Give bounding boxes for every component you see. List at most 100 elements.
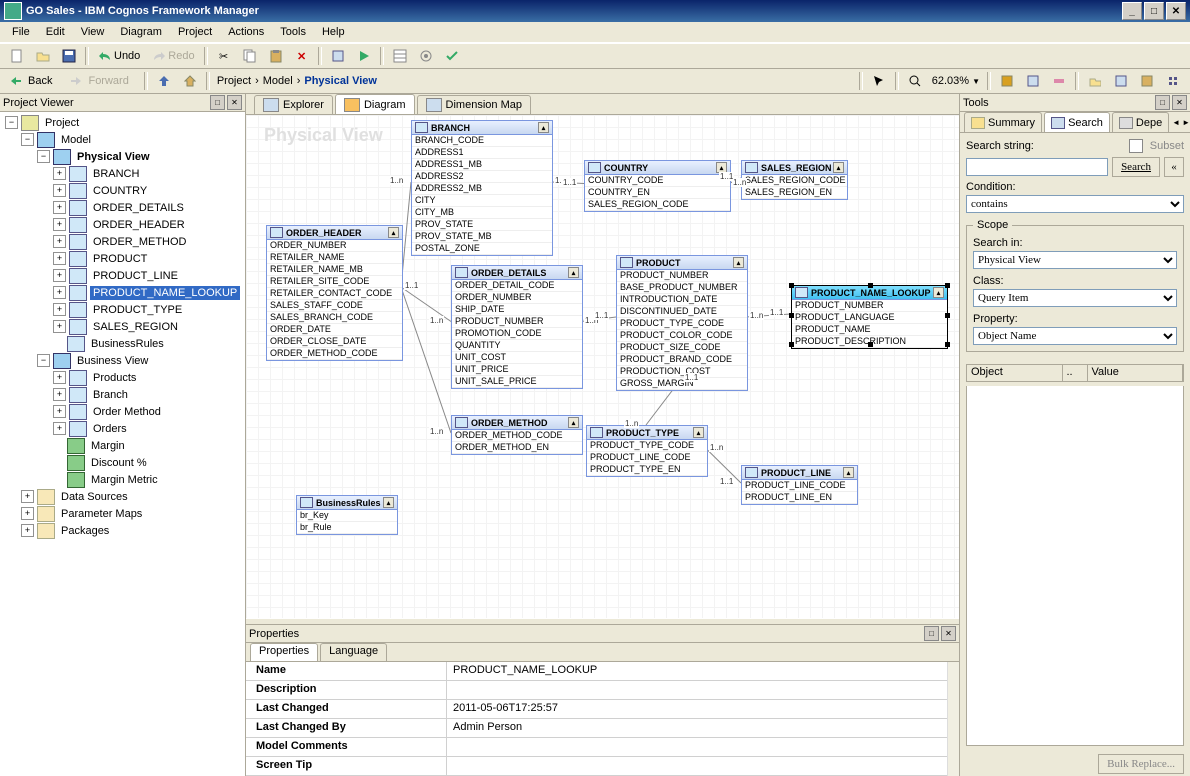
tab-language[interactable]: Language <box>320 643 387 661</box>
tree-row[interactable]: +SALES_REGION <box>0 318 245 335</box>
property-row[interactable]: Description <box>246 681 959 700</box>
delete-icon[interactable]: ✕ <box>290 45 314 67</box>
tab-summary[interactable]: Summary <box>964 112 1042 132</box>
dock-icon[interactable]: □ <box>924 626 939 641</box>
expander-icon[interactable] <box>53 474 64 485</box>
expander-icon[interactable]: + <box>53 252 66 265</box>
tool-icon[interactable] <box>1021 70 1045 92</box>
expander-icon[interactable]: + <box>53 303 66 316</box>
entity-product_name_lookup[interactable]: PRODUCT_NAME_LOOKUP▴PRODUCT_NUMBERPRODUC… <box>791 285 948 349</box>
tree-row[interactable]: Discount % <box>0 454 245 471</box>
tree-label[interactable]: Branch <box>90 388 131 402</box>
undo-button[interactable]: Undo <box>93 45 145 67</box>
tree-row[interactable]: + PRODUCT <box>0 250 245 267</box>
tree-label[interactable]: BusinessRules <box>88 337 167 351</box>
expander-icon[interactable]: + <box>53 218 66 231</box>
tree-label[interactable]: Physical View <box>74 150 153 164</box>
tree-row[interactable]: BusinessRules <box>0 335 245 352</box>
tree-row[interactable]: +Orders <box>0 420 245 437</box>
entity-order_method[interactable]: ORDER_METHOD▴ORDER_METHOD_CODEORDER_METH… <box>451 415 583 455</box>
project-tree[interactable]: −Project−Model−Physical View+BRANCH+COUN… <box>0 112 245 776</box>
tree-label[interactable]: SALES_REGION <box>90 320 181 334</box>
tree-row[interactable]: +BRANCH <box>0 165 245 182</box>
tool-icon[interactable] <box>1135 70 1159 92</box>
expander-icon[interactable]: + <box>53 201 66 214</box>
tree-label[interactable]: PRODUCT <box>90 252 150 266</box>
tree-row[interactable]: Margin <box>0 437 245 454</box>
entity-branch[interactable]: BRANCH▴BRANCH_CODEADDRESS1ADDRESS1_MBADD… <box>411 120 553 256</box>
tree-label[interactable]: Margin <box>88 439 128 453</box>
menu-view[interactable]: View <box>73 24 113 40</box>
expander-icon[interactable]: + <box>53 269 66 282</box>
tree-label[interactable]: Discount % <box>88 456 150 470</box>
tools-icon[interactable] <box>414 45 438 67</box>
menu-tools[interactable]: Tools <box>272 24 314 40</box>
tab-properties[interactable]: Properties <box>250 643 318 661</box>
expander-icon[interactable] <box>53 457 64 468</box>
expander-icon[interactable]: + <box>53 167 66 180</box>
tree-row[interactable]: Margin Metric <box>0 471 245 488</box>
tree-label[interactable]: COUNTRY <box>90 184 150 198</box>
tool-icon[interactable] <box>1161 70 1185 92</box>
test-icon[interactable] <box>326 45 350 67</box>
collapse-button[interactable]: « <box>1164 157 1184 177</box>
expander-icon[interactable]: − <box>37 354 50 367</box>
tree-label[interactable]: Orders <box>90 422 130 436</box>
maximize-button[interactable]: □ <box>1144 2 1164 20</box>
menu-project[interactable]: Project <box>170 24 220 40</box>
tool-icon[interactable] <box>1109 70 1133 92</box>
menu-help[interactable]: Help <box>314 24 353 40</box>
expander-icon[interactable]: + <box>53 371 66 384</box>
tree-label[interactable]: PRODUCT_LINE <box>90 269 181 283</box>
property-row[interactable]: Last Changed2011-05-06T17:25:57 <box>246 700 959 719</box>
tree-label[interactable]: ORDER_DETAILS <box>90 201 187 215</box>
tool-icon[interactable] <box>1047 70 1071 92</box>
property-row[interactable]: Model Comments <box>246 738 959 757</box>
tree-row[interactable]: + PRODUCT_LINE <box>0 267 245 284</box>
expander-icon[interactable]: − <box>21 133 34 146</box>
expander-icon[interactable] <box>53 440 64 451</box>
tree-row[interactable]: +Branch <box>0 386 245 403</box>
zoom-icon[interactable] <box>903 70 927 92</box>
close-icon[interactable]: ✕ <box>941 626 956 641</box>
tree-row[interactable]: +COUNTRY <box>0 182 245 199</box>
tree-label[interactable]: PRODUCT_TYPE <box>90 303 185 317</box>
scrollbar[interactable] <box>947 662 959 776</box>
entity-order_details[interactable]: ORDER_DETAILS▴ORDER_DETAIL_CODEORDER_NUM… <box>451 265 583 389</box>
tree-label[interactable]: ORDER_HEADER <box>90 218 188 232</box>
tab-dimension-map[interactable]: Dimension Map <box>417 95 531 114</box>
class-select[interactable]: Query Item <box>973 289 1177 307</box>
expander-icon[interactable]: − <box>5 116 18 129</box>
property-row[interactable]: Screen Tip <box>246 757 959 776</box>
results-list[interactable] <box>966 386 1184 746</box>
entity-product_type[interactable]: PRODUCT_TYPE▴PRODUCT_TYPE_CODEPRODUCT_LI… <box>586 425 708 477</box>
expander-icon[interactable]: + <box>21 507 34 520</box>
expander-icon[interactable]: + <box>21 524 34 537</box>
tool-icon[interactable] <box>995 70 1019 92</box>
expander-icon[interactable]: − <box>37 150 50 163</box>
tree-label[interactable]: Data Sources <box>58 490 131 504</box>
menu-actions[interactable]: Actions <box>220 24 272 40</box>
tree-row[interactable]: +Packages <box>0 522 245 539</box>
tree-row[interactable]: +ORDER_METHOD <box>0 233 245 250</box>
expander-icon[interactable]: + <box>21 490 34 503</box>
tree-label[interactable]: Model <box>58 133 94 147</box>
expander-icon[interactable]: + <box>53 405 66 418</box>
new-icon[interactable] <box>5 45 29 67</box>
breadcrumb[interactable]: Model <box>259 75 297 87</box>
forward-button[interactable]: Forward <box>65 70 139 92</box>
entity-businessrules[interactable]: BusinessRules▴br_Keybr_Rule <box>296 495 398 535</box>
menu-diagram[interactable]: Diagram <box>112 24 170 40</box>
up-icon[interactable] <box>152 70 176 92</box>
subset-checkbox[interactable] <box>1129 139 1143 153</box>
diagram-canvas[interactable]: Physical View BRANCH▴BRANCH_CODEADDRESS1… <box>246 115 959 618</box>
tool-icon[interactable] <box>1083 70 1107 92</box>
tree-label[interactable]: Products <box>90 371 139 385</box>
tab-search[interactable]: Search <box>1044 112 1110 132</box>
close-button[interactable]: ✕ <box>1166 2 1186 20</box>
search-button[interactable]: Search <box>1112 157 1160 177</box>
tree-row[interactable]: + PRODUCT_TYPE <box>0 301 245 318</box>
entity-country[interactable]: COUNTRY▴COUNTRY_CODECOUNTRY_ENSALES_REGI… <box>584 160 731 212</box>
breadcrumb[interactable]: Physical View <box>300 75 381 87</box>
validate-icon[interactable] <box>440 45 464 67</box>
